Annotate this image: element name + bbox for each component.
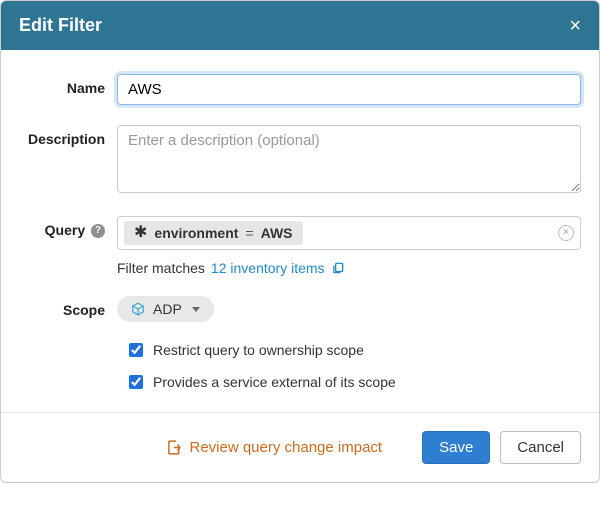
query-row: Query ? ✱ environment = AWS × Filter mat… [19,216,581,276]
matches-link[interactable]: 12 inventory items [211,260,325,276]
cube-icon [131,302,145,316]
review-impact-label: Review query change impact [189,439,382,456]
restrict-scope-row[interactable]: Restrict query to ownership scope [129,342,581,358]
close-icon[interactable]: × [569,16,581,36]
chevron-down-icon [192,307,200,312]
scope-value: ADP [153,301,182,317]
help-icon[interactable]: ? [91,224,105,238]
modal-footer: Review query change impact Save Cancel [1,412,599,482]
query-label-text: Query [45,222,85,238]
matches-prefix: Filter matches [117,260,205,276]
query-input[interactable]: ✱ environment = AWS × [117,216,581,250]
scope-row: Scope ADP [19,296,581,322]
scope-options: Restrict query to ownership scope Provid… [129,342,581,390]
query-chip-key: environment [154,225,238,241]
query-chip[interactable]: ✱ environment = AWS [124,221,303,245]
export-icon [166,439,183,456]
open-items-icon[interactable] [331,261,345,275]
asterisk-icon: ✱ [134,225,147,241]
query-chip-op: = [245,225,253,241]
provides-external-row[interactable]: Provides a service external of its scope [129,374,581,390]
review-impact-link[interactable]: Review query change impact [166,439,382,456]
restrict-scope-checkbox[interactable] [129,343,143,357]
description-label: Description [19,125,117,147]
scope-label: Scope [19,296,117,318]
provides-external-label: Provides a service external of its scope [153,374,396,390]
restrict-scope-label: Restrict query to ownership scope [153,342,364,358]
modal-header: Edit Filter × [1,1,599,50]
name-row: Name [19,74,581,105]
save-button[interactable]: Save [422,431,490,464]
name-label: Name [19,74,117,96]
name-input[interactable] [117,74,581,105]
description-row: Description [19,125,581,196]
edit-filter-modal: Edit Filter × Name Description Query ? [0,0,600,483]
provides-external-checkbox[interactable] [129,375,143,389]
query-label: Query ? [19,216,117,238]
clear-query-icon[interactable]: × [558,225,574,241]
query-chip-value: AWS [261,225,293,241]
query-matches-line: Filter matches 12 inventory items [117,260,581,276]
modal-body: Name Description Query ? ✱ environment [1,50,599,412]
cancel-button[interactable]: Cancel [500,431,581,464]
modal-title: Edit Filter [19,15,102,36]
description-input[interactable] [117,125,581,193]
scope-select[interactable]: ADP [117,296,214,322]
